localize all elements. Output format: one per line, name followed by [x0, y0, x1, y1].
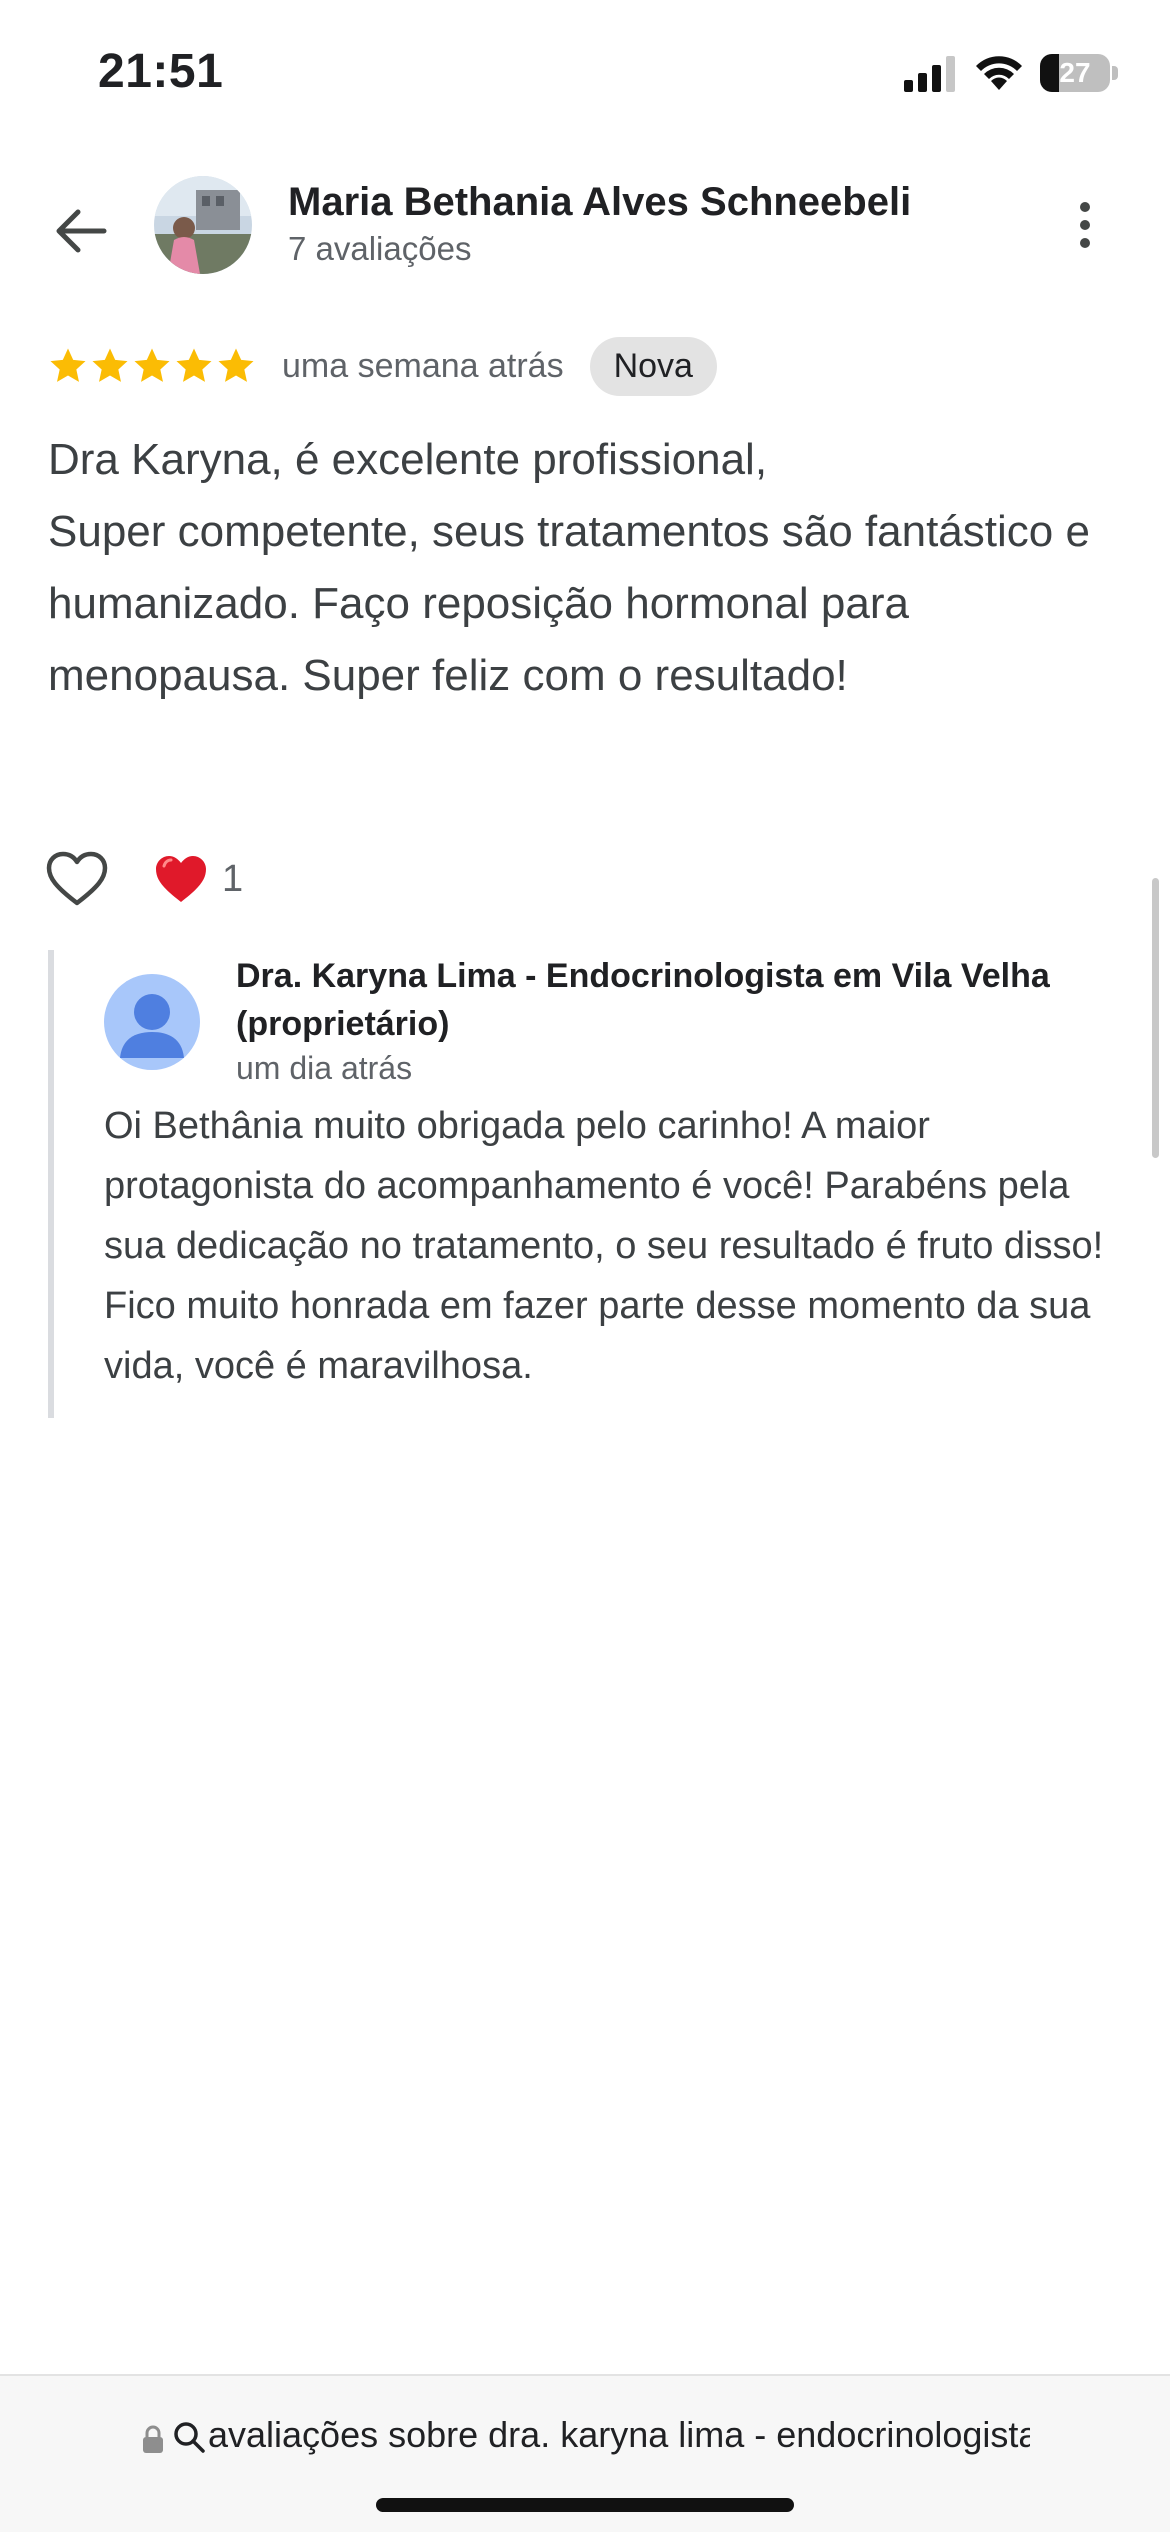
reply-time: um dia atrás [236, 1050, 413, 1086]
home-indicator[interactable] [376, 2498, 794, 2512]
like-button[interactable] [46, 848, 108, 910]
battery-icon: 27 [1040, 54, 1118, 92]
back-arrow-icon [56, 209, 107, 253]
reviewer-name[interactable]: Maria Bethania Alves Schneebeli [288, 180, 911, 225]
browser-url-bar[interactable]: avaliações sobre dra. karyna lima - endo… [0, 2374, 1170, 2532]
owner-avatar [104, 974, 200, 1070]
review-header: Maria Bethania Alves Schneebeli 7 avalia… [0, 160, 1170, 290]
review-detail-page: 21:51 27 Maria Bethania Alves Schneebeli… [0, 0, 1170, 2532]
reply-text: Oi Bethânia muito obrigada pelo carinho!… [104, 1105, 1104, 1387]
star-icon [218, 348, 254, 382]
url-text[interactable]: avaliações sobre dra. karyna lima - endo… [208, 2414, 1030, 2456]
reply-author: Dra. Karyna Lima - Endocrinologista em V… [236, 957, 1050, 1043]
status-bar: 21:51 27 [0, 0, 1170, 140]
wifi-icon [976, 56, 1022, 90]
person-icon [120, 994, 184, 1058]
star-rating [48, 346, 256, 386]
star-icon [176, 348, 212, 382]
star-icon [50, 348, 86, 382]
star-icon [134, 348, 170, 382]
star-icon [92, 348, 128, 382]
review-time: uma semana atrás [282, 346, 564, 385]
search-icon [174, 2422, 205, 2453]
review-text: Dra Karyna, é excelente profissional, Su… [48, 435, 1090, 700]
reviewer-avatar[interactable] [154, 176, 252, 274]
rating-row: uma semana atrás Nova [48, 334, 717, 398]
lock-icon [143, 2425, 163, 2453]
back-button[interactable] [46, 196, 116, 266]
signal-icon [904, 56, 955, 92]
heart-outline-icon [46, 851, 108, 906]
owner-reply: Dra. Karyna Lima - Endocrinologista em V… [48, 950, 1116, 1418]
reaction-count: 1 [222, 857, 244, 900]
more-vert-icon [1080, 202, 1090, 212]
more-options-button[interactable] [1060, 190, 1110, 260]
battery-level: 27 [1059, 57, 1091, 88]
red-heart-emoji-icon [156, 856, 206, 902]
reactions-row: 1 [46, 844, 243, 914]
scrollbar[interactable] [1152, 878, 1159, 1158]
reviewer-review-count: 7 avaliações [288, 230, 472, 267]
status-time: 21:51 [98, 45, 224, 98]
new-badge: Nova [589, 336, 717, 396]
